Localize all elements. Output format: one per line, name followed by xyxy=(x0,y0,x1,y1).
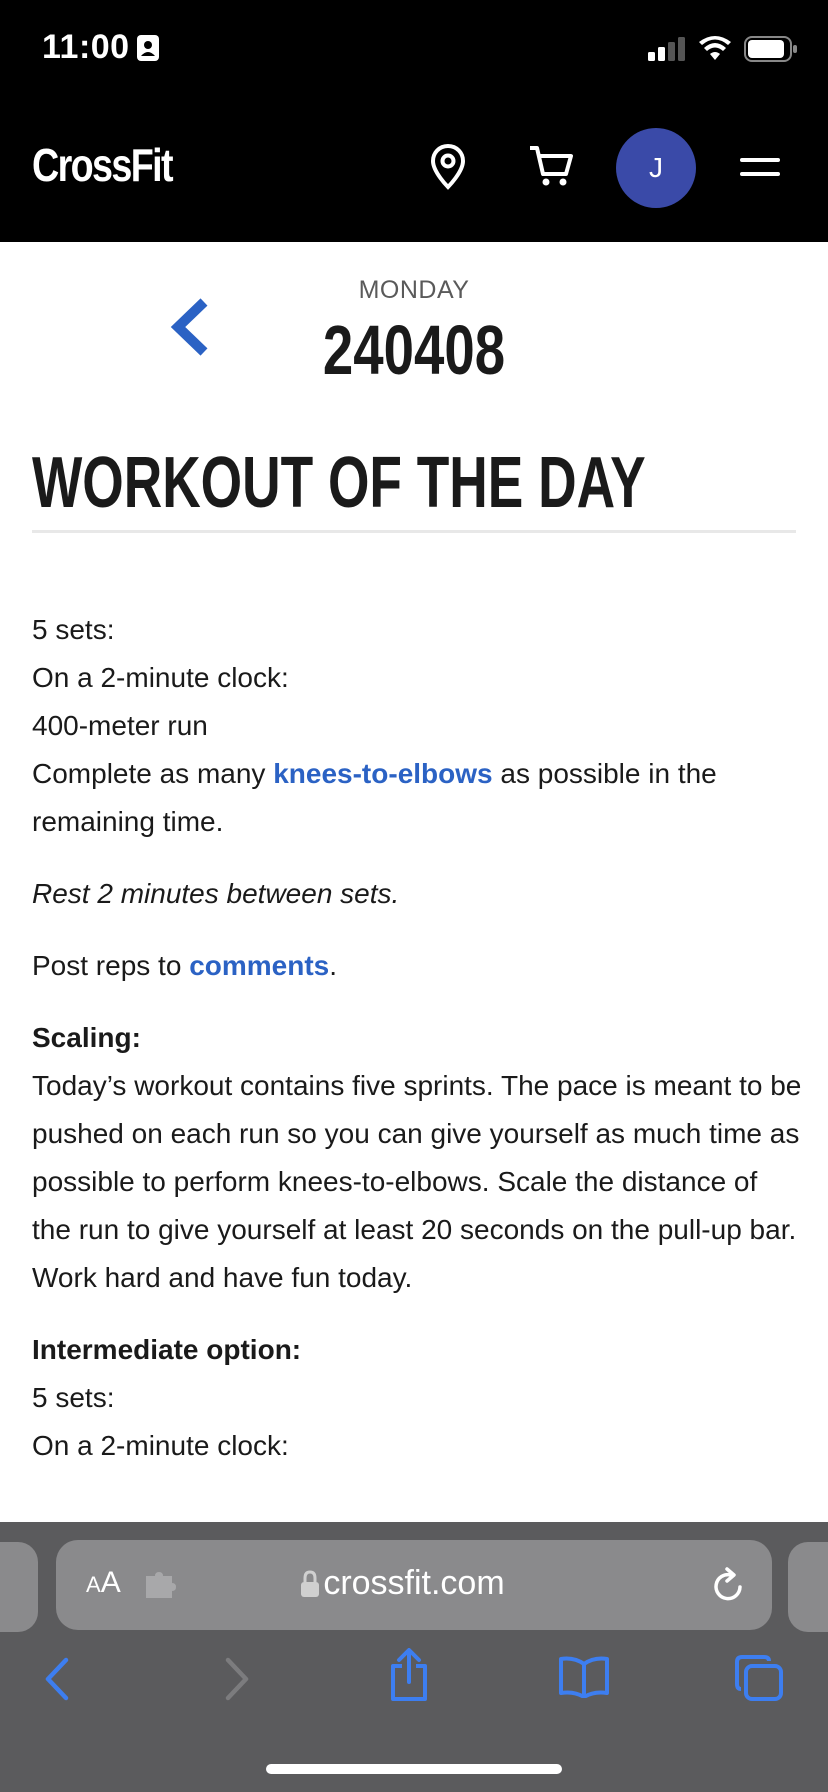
comments-link[interactable]: comments xyxy=(189,950,329,981)
reload-icon[interactable] xyxy=(710,1566,746,1609)
share-icon[interactable] xyxy=(388,1648,430,1707)
status-bar: 11:00 xyxy=(0,0,828,98)
scaling-text: Today’s workout contains five sprints. T… xyxy=(32,1070,802,1293)
site-header: CrossFit J xyxy=(0,98,828,242)
workout-line: On a 2-minute clock: xyxy=(32,662,289,693)
browser-toolbar: AA crossfit.com xyxy=(0,1522,828,1792)
home-indicator[interactable] xyxy=(266,1764,562,1774)
forward-arrow-icon[interactable] xyxy=(222,1656,252,1707)
day-of-week: MONDAY xyxy=(358,276,470,304)
crossfit-logo[interactable]: CrossFit xyxy=(32,138,174,192)
post-reps-period: . xyxy=(329,950,338,981)
address-bar[interactable]: AA crossfit.com xyxy=(56,1540,772,1630)
workout-content: 5 sets: On a 2-minute clock: 400-meter r… xyxy=(32,606,802,1494)
section-title: WORKOUT OF THE DAY xyxy=(32,443,646,523)
cellular-signal-icon xyxy=(648,37,685,61)
knees-to-elbows-link[interactable]: knees-to-elbows xyxy=(273,758,492,789)
bookmarks-icon[interactable] xyxy=(558,1656,610,1703)
url-text: crossfit.com xyxy=(323,1564,505,1602)
scaling-heading: Scaling: xyxy=(32,1022,141,1053)
status-time: 11:00 xyxy=(42,28,130,66)
workout-line: 5 sets: xyxy=(32,614,115,645)
tabs-icon[interactable] xyxy=(734,1654,784,1707)
contact-card-icon xyxy=(136,34,160,67)
scaling-section: Scaling: Today’s workout contains five s… xyxy=(32,1014,802,1302)
intermediate-heading: Intermediate option: xyxy=(32,1334,302,1365)
rest-note: Rest 2 minutes between sets. xyxy=(32,878,400,909)
lock-icon xyxy=(300,1570,320,1603)
previous-tab-preview[interactable] xyxy=(0,1542,38,1632)
section-divider xyxy=(32,530,796,533)
cart-icon[interactable] xyxy=(528,144,574,193)
workout-line: Complete as many xyxy=(32,758,274,789)
location-pin-icon[interactable] xyxy=(430,143,466,195)
post-reps-text: Post reps to xyxy=(32,950,190,981)
user-avatar[interactable]: J xyxy=(616,128,696,208)
battery-icon xyxy=(744,36,797,62)
hamburger-menu-icon[interactable] xyxy=(740,158,780,180)
next-tab-preview[interactable] xyxy=(788,1542,828,1632)
intermediate-line: 5 sets: xyxy=(32,1382,115,1413)
post-reps-note: Post reps to comments. xyxy=(32,942,802,990)
page: 11:00 CrossFit J MONDAY 240408 WORKOUT O… xyxy=(0,0,828,1792)
workout-date: 240408 xyxy=(322,311,506,389)
status-icons xyxy=(648,36,798,62)
workout-line: 400-meter run xyxy=(32,710,208,741)
intermediate-line: On a 2-minute clock: xyxy=(32,1430,289,1461)
wifi-icon xyxy=(699,36,731,60)
back-arrow-icon[interactable] xyxy=(42,1656,72,1707)
intermediate-section: Intermediate option: 5 sets: On a 2-minu… xyxy=(32,1326,802,1470)
workout-description: 5 sets: On a 2-minute clock: 400-meter r… xyxy=(32,606,802,846)
